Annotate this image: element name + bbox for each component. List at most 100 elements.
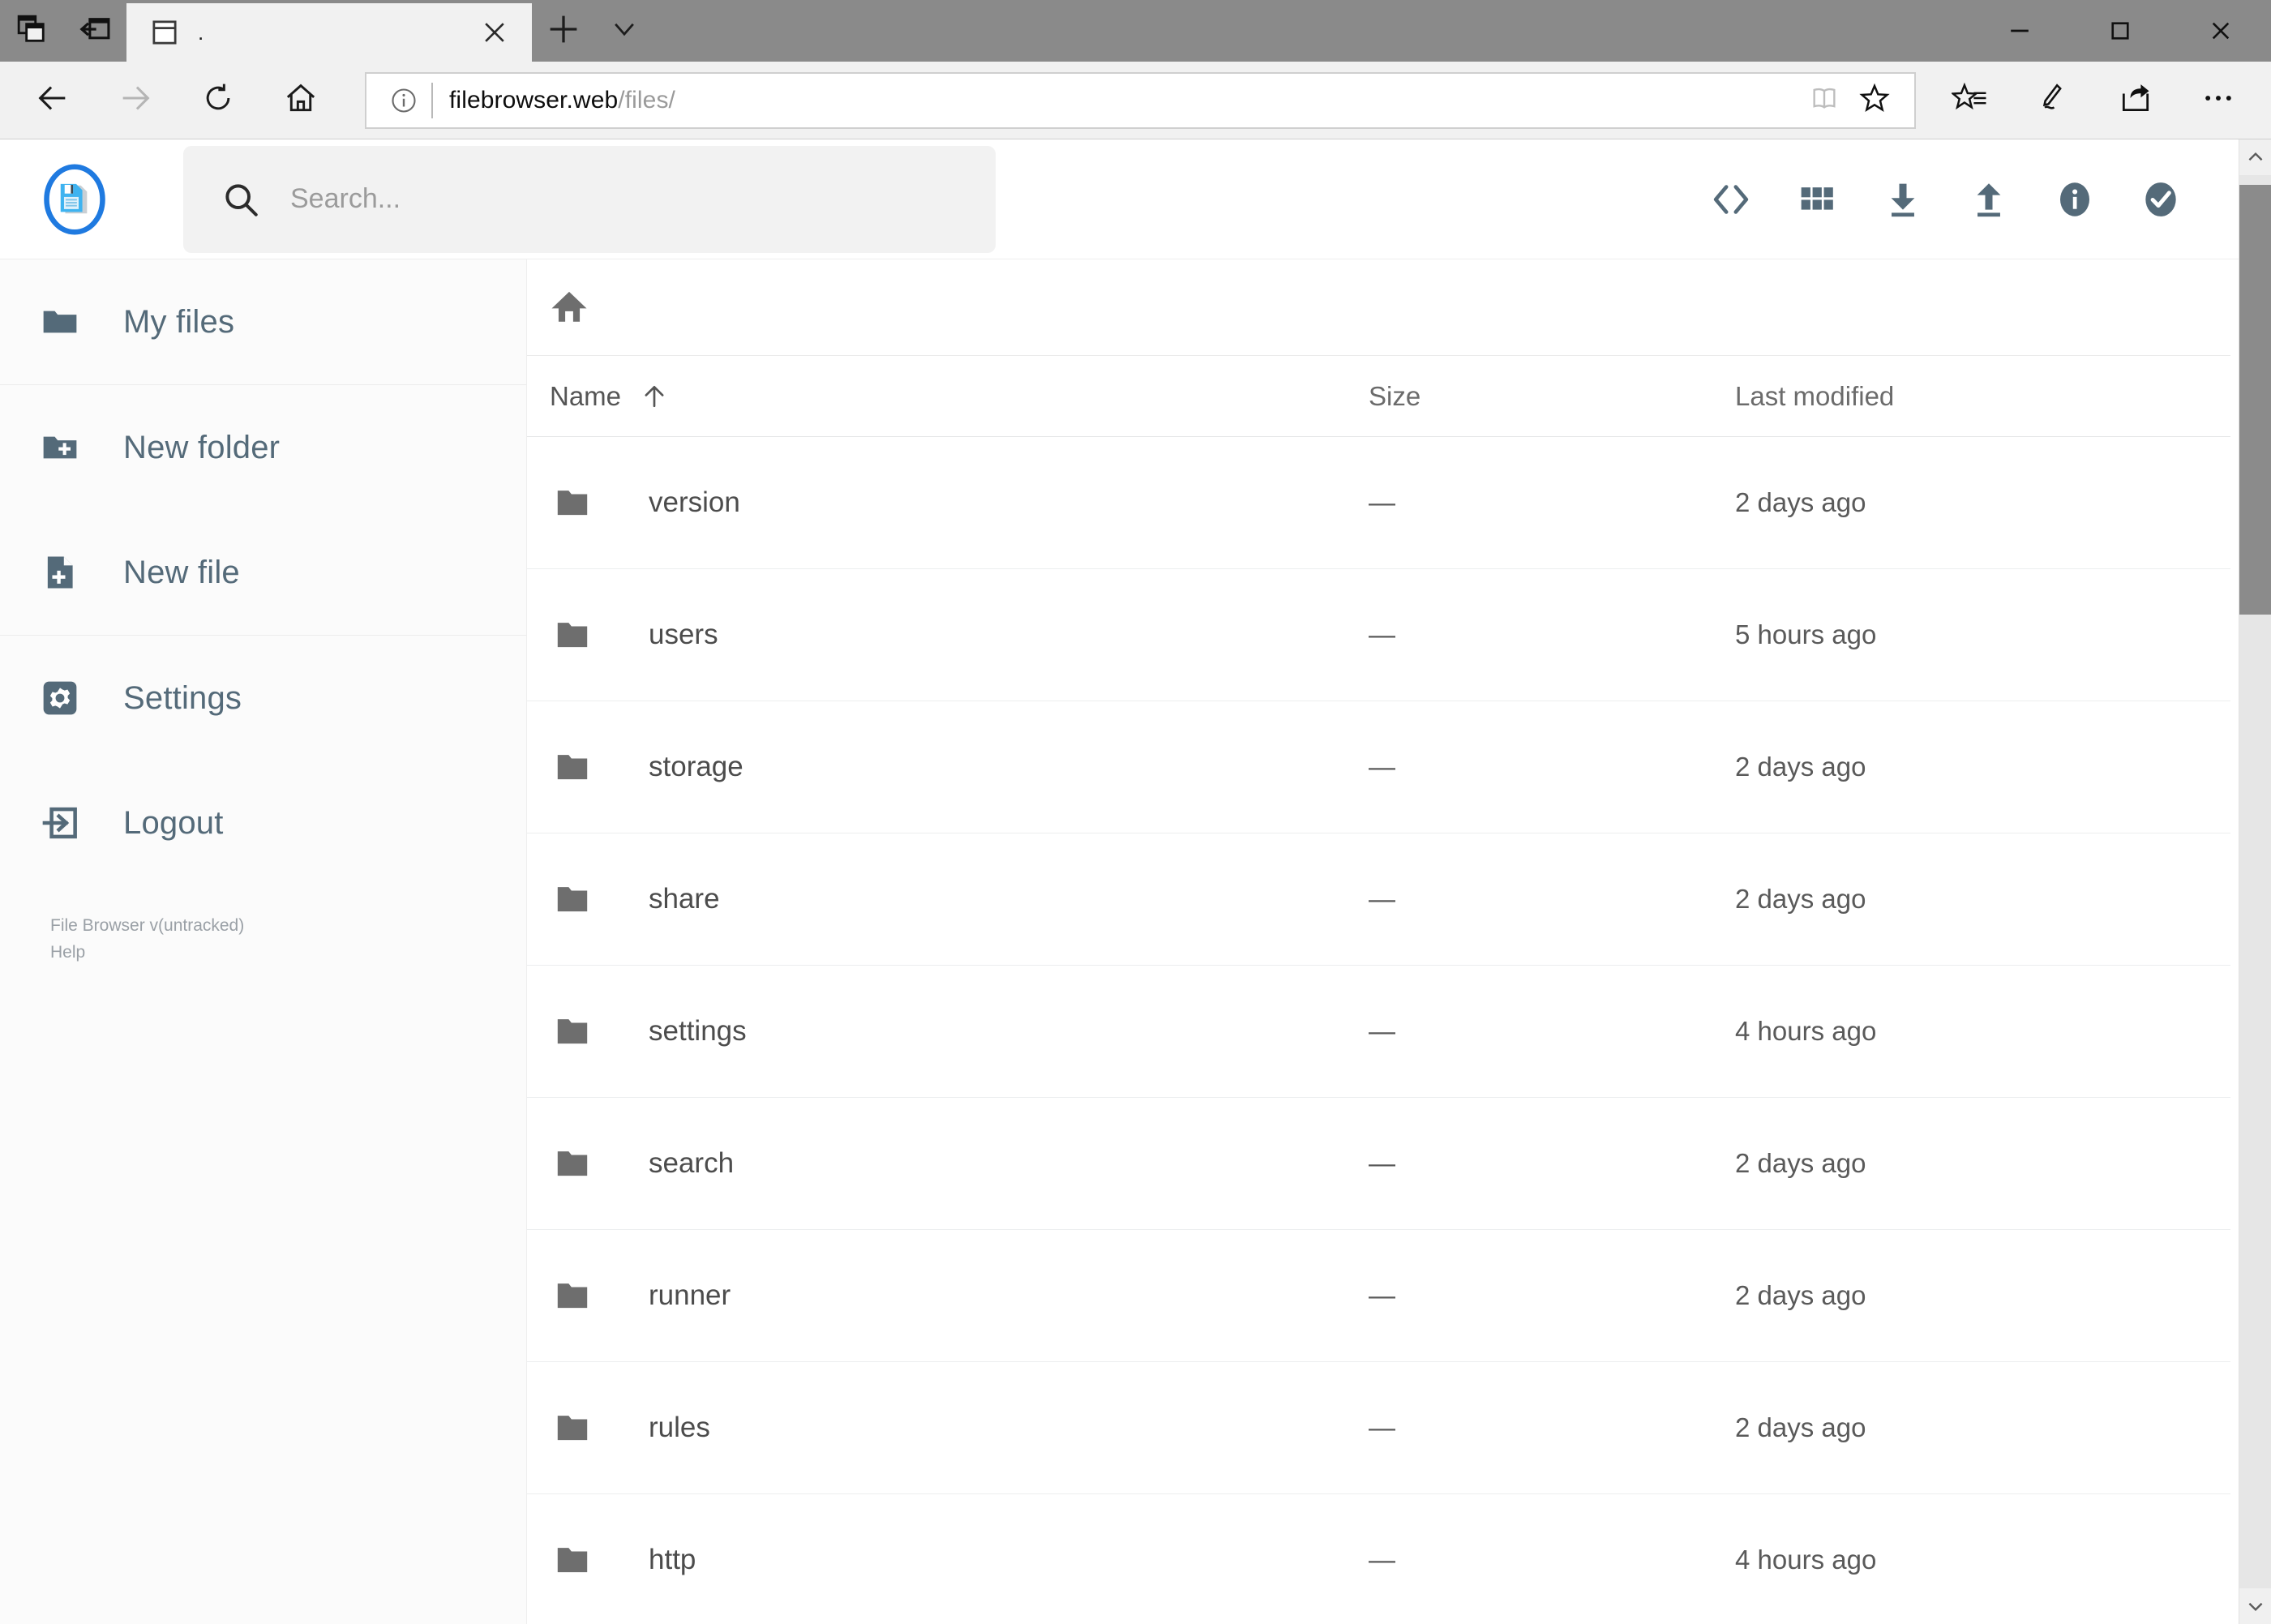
address-bar-text: filebrowser.web/files/ [449, 87, 1799, 114]
cell-name: runner [550, 1273, 1369, 1318]
app-logo[interactable] [32, 162, 117, 237]
address-bar[interactable]: filebrowser.web/files/ [365, 71, 1916, 129]
sidebar-item-logout[interactable]: Logout [0, 761, 526, 885]
sidebar-item-label: My files [123, 303, 235, 340]
header-actions [1703, 172, 2203, 227]
grid-view-icon[interactable] [1789, 172, 1845, 227]
info-icon[interactable] [2047, 172, 2102, 227]
sidebar-footer: File Browser v(untracked) Help [0, 885, 526, 966]
sidebar-group-files: My files [0, 259, 526, 385]
cell-size: — [1369, 1412, 1395, 1442]
table-row[interactable]: version — 2 days ago [527, 436, 2230, 568]
home-icon [283, 80, 319, 120]
web-note-button[interactable] [2012, 62, 2094, 139]
cell-last-modified: 4 hours ago [1735, 1545, 1877, 1575]
breadcrumb-home-icon[interactable] [546, 285, 592, 330]
favorites-hub-icon [1950, 79, 1989, 121]
sidebar-item-new-folder[interactable]: New folder [0, 385, 526, 510]
scrollbar-thumb[interactable] [2239, 185, 2271, 615]
share-button[interactable] [2094, 62, 2177, 139]
folder-icon [550, 744, 606, 790]
search-input[interactable] [290, 183, 958, 215]
refresh-button[interactable] [177, 62, 259, 139]
site-info-icon[interactable] [381, 86, 426, 115]
restore-tabs-button[interactable] [0, 0, 63, 62]
cell-name: search [550, 1141, 1369, 1186]
cell-last-modified: 2 days ago [1735, 1280, 1866, 1310]
upload-icon[interactable] [1961, 172, 2016, 227]
reading-view-button[interactable] [1799, 83, 1849, 118]
tab-close-button[interactable] [475, 19, 514, 46]
switch-view-icon[interactable] [1703, 172, 1759, 227]
sidebar-item-my-files[interactable]: My files [0, 259, 526, 384]
scrollbar-down-button[interactable] [2239, 1588, 2271, 1624]
tab-menu-button[interactable] [595, 0, 653, 62]
file-name: settings [649, 1015, 747, 1047]
cell-name: settings [550, 1009, 1369, 1054]
table-header: Name Size Last modified [527, 355, 2230, 436]
scrollbar-track[interactable] [2239, 175, 2271, 1588]
scrollbar-up-button[interactable] [2239, 139, 2271, 175]
table-row[interactable]: runner — 2 days ago [527, 1229, 2230, 1361]
window-minimize-button[interactable] [1969, 0, 2070, 62]
window-controls [1969, 0, 2271, 62]
table-row[interactable]: http — 4 hours ago [527, 1493, 2230, 1624]
arrow-up-icon [639, 381, 670, 412]
browser-titlebar: . [0, 0, 2271, 62]
more-ellipsis-icon [2200, 80, 2236, 120]
column-header-name[interactable]: Name [550, 381, 1369, 412]
folder-icon [550, 1405, 606, 1450]
page-scrollbar[interactable] [2239, 139, 2271, 1624]
favorites-hub-button[interactable] [1929, 62, 2012, 139]
address-divider [431, 82, 433, 118]
table-row[interactable]: storage — 2 days ago [527, 701, 2230, 833]
browser-tab-active[interactable]: . [126, 3, 532, 62]
browser-more-button[interactable] [2177, 62, 2260, 139]
cell-name: http [550, 1537, 1369, 1583]
column-header-last-modified[interactable]: Last modified [1735, 381, 2230, 412]
titlebar-drag-region [653, 0, 1969, 62]
sidebar-group-account: Settings Logout [0, 636, 526, 885]
cell-last-modified: 5 hours ago [1735, 619, 1877, 649]
forward-button[interactable] [94, 62, 177, 139]
sidebar-item-new-file[interactable]: New file [0, 510, 526, 635]
back-button[interactable] [11, 62, 94, 139]
share-icon [2118, 80, 2153, 120]
folder-icon [550, 1537, 606, 1583]
add-favorite-button[interactable] [1849, 82, 1900, 118]
folder-icon [550, 1273, 606, 1318]
column-header-size[interactable]: Size [1369, 381, 1735, 412]
breadcrumb [527, 259, 2239, 355]
cell-name: users [550, 612, 1369, 658]
download-icon[interactable] [1875, 172, 1930, 227]
set-tabs-aside-button[interactable] [63, 0, 126, 62]
search-box[interactable] [183, 145, 996, 253]
app-header [0, 139, 2239, 259]
table-row[interactable]: rules — 2 days ago [527, 1361, 2230, 1493]
window-maximize-button[interactable] [2070, 0, 2170, 62]
browser-home-button[interactable] [259, 62, 342, 139]
logout-icon [39, 802, 89, 844]
cell-size: — [1369, 619, 1395, 649]
table-row[interactable]: search — 2 days ago [527, 1097, 2230, 1229]
sidebar-item-settings[interactable]: Settings [0, 636, 526, 761]
cell-size: — [1369, 1280, 1395, 1310]
new-tab-button[interactable] [532, 0, 595, 62]
help-link[interactable]: Help [50, 940, 526, 966]
table-row[interactable]: users — 5 hours ago [527, 568, 2230, 701]
url-path: /files/ [618, 86, 675, 114]
folder-icon [550, 1141, 606, 1186]
cell-size: — [1369, 1545, 1395, 1575]
table-row[interactable]: settings — 4 hours ago [527, 965, 2230, 1097]
folder-icon [550, 876, 606, 922]
floppy-disk-logo [44, 163, 105, 235]
file-name: storage [649, 751, 743, 782]
file-name: users [649, 619, 718, 650]
window-close-button[interactable] [2170, 0, 2271, 62]
table-row[interactable]: share — 2 days ago [527, 833, 2230, 965]
cell-name: share [550, 876, 1369, 922]
sidebar-group-create: New folder New file [0, 385, 526, 636]
cell-size: — [1369, 884, 1395, 914]
cell-last-modified: 2 days ago [1735, 1148, 1866, 1178]
select-multiple-icon[interactable] [2133, 172, 2188, 227]
